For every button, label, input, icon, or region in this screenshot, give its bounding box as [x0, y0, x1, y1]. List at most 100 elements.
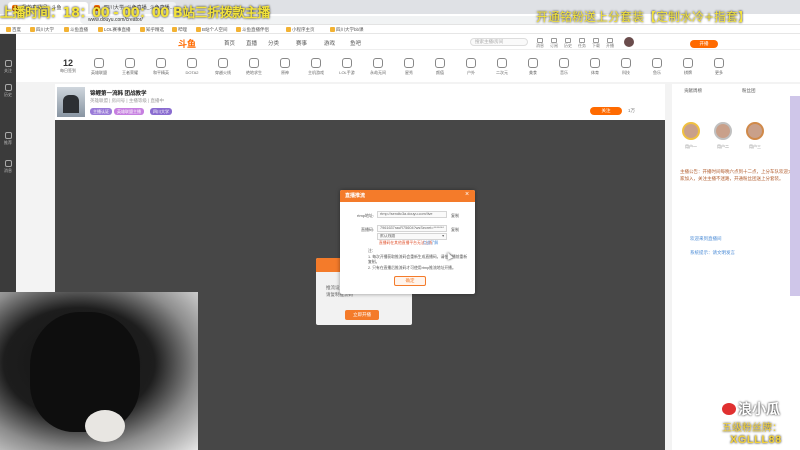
- bookmark[interactable]: 斗鱼直播: [64, 26, 88, 33]
- rail-label: 推荐: [4, 140, 12, 145]
- rank-avatar[interactable]: [746, 122, 764, 140]
- category-item[interactable]: 和平精英: [150, 58, 172, 76]
- category-label: 原神: [281, 70, 289, 75]
- room-subtitle: 英雄联盟 | 房间号 | 主播等级 | 直播中: [90, 98, 165, 103]
- category-item[interactable]: 主机游戏: [305, 58, 327, 76]
- rtmp-address-field[interactable]: rtmp://sendtc3a.douyu.com/live: [377, 211, 447, 218]
- rail-item-recommend[interactable]: 推荐: [2, 132, 14, 146]
- follow-button[interactable]: 关注: [590, 107, 622, 115]
- bookmark[interactable]: 斗鱼直播伴侣: [236, 26, 269, 33]
- line-select[interactable]: 默认线路 ▾: [377, 233, 447, 240]
- streamer-avatar[interactable]: [57, 87, 85, 117]
- rank-avatar[interactable]: [682, 122, 700, 140]
- category-item[interactable]: DOTA2: [181, 58, 203, 75]
- category-item[interactable]: 鱼乐: [646, 58, 668, 76]
- category-item[interactable]: 绝地求生: [243, 58, 265, 76]
- category-label: 星秀: [405, 70, 413, 75]
- category-item[interactable]: 更多: [708, 58, 730, 76]
- confirm-button[interactable]: 确定: [394, 276, 426, 286]
- header-broadcast[interactable]: 开播: [604, 38, 616, 49]
- category-icon: [342, 58, 352, 68]
- nav-fishbar[interactable]: 鱼吧: [350, 39, 361, 47]
- rank-avatar[interactable]: [714, 122, 732, 140]
- nav-match[interactable]: 赛事: [296, 39, 307, 47]
- category-item[interactable]: 王者荣耀: [119, 58, 141, 76]
- category-item[interactable]: 美食: [522, 58, 544, 76]
- tab-weekly-rank[interactable]: 贡献周榜: [684, 88, 702, 94]
- site-header: [16, 34, 800, 50]
- tab-fan-club[interactable]: 粉丝团: [742, 88, 756, 94]
- learn-more-link[interactable]: 点此了解: [423, 241, 438, 246]
- copy-rtmp-button[interactable]: 复制: [451, 213, 459, 219]
- category-icon: [559, 58, 569, 68]
- category-item[interactable]: 科技: [615, 58, 637, 76]
- bookmarks-bar: 百度 四川大学 斗鱼直播 LOL赛事直播 知乎精选 哔哩 B站个人空间 斗鱼直播…: [0, 25, 800, 34]
- category-item[interactable]: 体育: [584, 58, 606, 76]
- rail-item-history[interactable]: 历史: [2, 84, 14, 98]
- header-subscribe[interactable]: 订阅: [548, 38, 560, 49]
- category-item[interactable]: 音乐: [553, 58, 575, 76]
- nav-game[interactable]: 游戏: [324, 39, 335, 47]
- checkin-day: 12: [62, 58, 73, 68]
- category-label: 鱼乐: [653, 70, 661, 75]
- category-label: 穿越火线: [215, 70, 231, 75]
- category-label: 体育: [591, 70, 599, 75]
- copy-code-button[interactable]: 复制: [451, 227, 459, 233]
- category-item[interactable]: 英雄联盟: [88, 58, 110, 76]
- category-item[interactable]: LOL手游: [336, 58, 358, 76]
- category-icon: [156, 58, 166, 68]
- room-tag[interactable]: 主播认证: [90, 108, 112, 115]
- rail-item-message[interactable]: 消息: [2, 160, 14, 174]
- bell-icon: [4, 160, 12, 167]
- category-item[interactable]: 永劫无间: [367, 58, 389, 76]
- bookmark[interactable]: 四川大学: [30, 26, 54, 33]
- bookmark[interactable]: 百度: [6, 26, 21, 33]
- header-history[interactable]: 历史: [562, 38, 574, 49]
- rail-label: 关注: [4, 68, 12, 73]
- start-live-button[interactable]: 立即开播: [345, 310, 379, 320]
- nav-home[interactable]: 首页: [224, 39, 235, 47]
- bookmark[interactable]: 四川大学bb课: [330, 26, 364, 33]
- category-item[interactable]: 穿越火线: [212, 58, 234, 76]
- bookmark[interactable]: 小程序主页: [286, 26, 315, 33]
- category-label: 英雄联盟: [91, 70, 107, 75]
- bookmark[interactable]: LOL赛事直播: [98, 26, 131, 33]
- bookmark[interactable]: B站个人空间: [196, 26, 228, 33]
- category-label: 二次元: [496, 70, 508, 75]
- category-icon: [373, 58, 383, 68]
- rail-item-follow[interactable]: 关注: [2, 60, 14, 74]
- rank-name: 用户二: [717, 144, 729, 149]
- category-label: 音乐: [560, 70, 568, 75]
- category-icon: [218, 58, 228, 68]
- header-message[interactable]: 消息: [534, 38, 546, 49]
- category-item[interactable]: 原神: [274, 58, 296, 76]
- close-icon[interactable]: ×: [465, 191, 469, 198]
- user-avatar[interactable]: [624, 37, 634, 47]
- bookmark[interactable]: 知乎精选: [140, 26, 164, 33]
- go-live-button[interactable]: 开播: [690, 40, 718, 48]
- star-icon: [4, 132, 12, 139]
- search-input[interactable]: 搜索主播/房间: [470, 38, 528, 46]
- room-tag[interactable]: 四川大学: [150, 108, 172, 115]
- bookmark[interactable]: 哔哩: [172, 26, 187, 33]
- category-label: 美食: [529, 70, 537, 75]
- nav-category[interactable]: 分类: [268, 39, 279, 47]
- category-item[interactable]: 二次元: [491, 58, 513, 76]
- category-icon: [94, 58, 104, 68]
- category-item[interactable]: 户外: [460, 58, 482, 76]
- nav-live[interactable]: 直播: [246, 39, 257, 47]
- daily-checkin[interactable]: 12 每日签到: [58, 58, 78, 74]
- header-download[interactable]: 下载: [590, 38, 602, 49]
- header-task[interactable]: 任务: [576, 38, 588, 49]
- fan-level-label: 五级粉丝牌：: [722, 423, 782, 434]
- checkin-label: 每日签到: [60, 68, 76, 73]
- category-item[interactable]: 星秀: [398, 58, 420, 76]
- room-tag[interactable]: 英雄联盟主播: [114, 108, 144, 115]
- category-item[interactable]: 棋牌: [677, 58, 699, 76]
- stream-code-field[interactable]: 7961637rauR75604?wsSecret=*******: [377, 225, 447, 232]
- category-item[interactable]: 颜值: [429, 58, 451, 76]
- rail-label: 历史: [4, 92, 12, 97]
- site-logo[interactable]: 斗鱼: [178, 37, 196, 50]
- chevron-down-icon: ▾: [442, 234, 444, 238]
- streamer-brand: 浪小瓜: [738, 402, 780, 418]
